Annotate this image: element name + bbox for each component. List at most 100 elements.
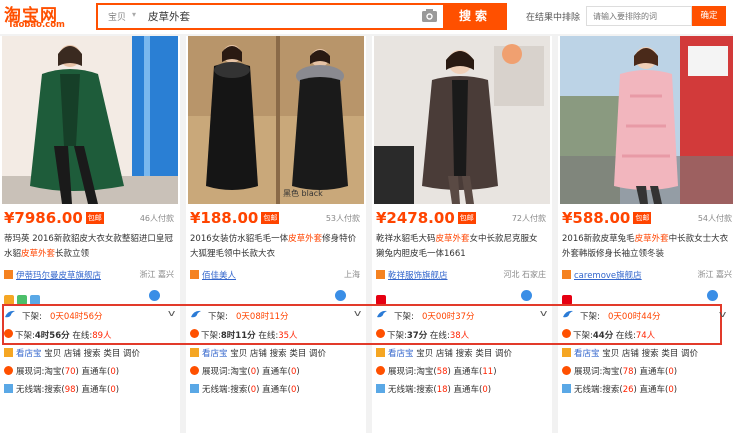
shop-link[interactable]: 佰佳美人 [202,271,236,281]
guarantee-icon [17,295,27,305]
shelf-label: 下架: [580,312,600,322]
delist-time: 下架:8时11分 在线:35人 [201,331,298,341]
price: ¥7986.00 包邮 [4,209,104,227]
chevron-down-icon[interactable]: v [719,310,726,320]
location: 上海 [344,270,360,279]
search-input[interactable] [148,7,418,26]
paid-count: 54人付款 [697,214,732,223]
mobile-icon [376,384,385,393]
product-card[interactable]: ¥7986.00 包邮 46人付款 蒂玛英 2016新款貂皮大衣女款整貂进口皇冠水… [0,36,180,433]
shop-icon [190,270,199,279]
logo-subtext: Taobao.com [8,20,65,30]
wangwang-chat-icon[interactable] [335,290,346,301]
paid-count: 46人付款 [139,214,174,223]
exposure-keywords-row[interactable]: 展现词:淘宝(58) 直通车(11) [376,365,548,378]
chevron-down-icon[interactable]: ▾ [132,10,136,19]
taobao-logo[interactable]: 淘宝网 Taobao.com [4,2,92,32]
kandianbao-row[interactable]: 看店宝 宝贝 店铺 搜索 类目 调价 [562,347,733,360]
bird-icon [5,310,15,318]
location: 河北 石家庄 [503,270,546,279]
exposure-keywords-row[interactable]: 展现词:淘宝(0) 直通车(0) [190,365,362,378]
exposure-keywords-row[interactable]: 展现词:淘宝(78) 直通车(0) [562,365,733,378]
exposure-icon [376,366,385,375]
clock-icon [4,329,13,338]
shelf-countdown: 0天00时37分 [422,312,475,322]
exclude-input[interactable] [586,6,692,26]
exposure-keywords-row[interactable]: 展现词:淘宝(70) 直通车(0) [4,365,176,378]
service-icon [30,295,40,305]
price: ¥588.00 包邮 [562,209,652,227]
location: 浙江 嘉兴 [139,270,174,279]
tmall-icon [562,295,572,305]
mobile-search-row[interactable]: 无线端:搜索(18) 直通车(0) [376,383,548,396]
product-card[interactable]: ¥2478.00 包邮 72人付款 乾祥水貂毛大码皮草外套女中长款尼克服女獭兔内胆… [372,36,552,433]
shelf-label: 下架: [394,312,414,322]
exclude-confirm-button[interactable]: 确定 [692,6,726,26]
mobile-search-row[interactable]: 无线端:搜索(0) 直通车(0) [190,383,362,396]
wangwang-chat-icon[interactable] [521,290,532,301]
free-shipping-badge: 包邮 [85,212,104,224]
wangwang-chat-icon[interactable] [149,290,160,301]
shop-link[interactable]: 伊蒂玛尔曼皮草旗舰店 [16,271,101,281]
search-button[interactable]: 搜索 [443,3,507,30]
bird-icon [377,310,387,318]
shop-link[interactable]: caremove旗舰店 [574,271,642,281]
mobile-icon [190,384,199,393]
shelf-countdown: 0天04时56分 [50,312,103,322]
shop-icon [4,270,13,279]
price: ¥2478.00 包邮 [376,209,476,227]
gold-seller-icon [4,295,14,305]
location: 浙江 嘉兴 [697,270,732,279]
clock-icon [562,329,571,338]
kandianbao-row[interactable]: 看店宝 宝贝 店铺 搜索 类目 调价 [376,347,548,360]
wangwang-chat-icon[interactable] [707,290,718,301]
product-title[interactable]: 乾祥水貂毛大码皮草外套女中长款尼克服女獭兔内胆皮毛一体1661 [376,232,546,264]
exposure-icon [190,366,199,375]
paid-count: 53人付款 [325,214,360,223]
product-card[interactable]: 黑色 black ¥188.00 包邮 53人付款 2016女装仿水貂毛毛一体皮草… [186,36,366,433]
kandianbao-row[interactable]: 看店宝 宝贝 店铺 搜索 类目 调价 [4,347,176,360]
kandianbao-icon [190,348,199,357]
shelf-countdown: 0天00时44分 [608,312,661,322]
kandianbao-icon [562,348,571,357]
kandianbao-row[interactable]: 看店宝 宝贝 店铺 搜索 类目 调价 [190,347,362,360]
free-shipping-badge: 包邮 [261,212,280,224]
mobile-icon [562,384,571,393]
kandianbao-icon [4,348,13,357]
mobile-search-row[interactable]: 无线端:搜索(26) 直通车(0) [562,383,733,396]
chevron-down-icon[interactable]: v [540,309,547,319]
product-image[interactable] [2,36,178,204]
mobile-icon [4,384,13,393]
delist-time: 下架:37分 在线:38人 [387,331,470,341]
exposure-icon [562,366,571,375]
chevron-down-icon[interactable]: v [354,309,361,319]
delist-time: 下架:4时56分 在线:89人 [15,331,112,341]
shop-icon [562,270,571,279]
shelf-label: 下架: [22,312,42,322]
product-image[interactable]: 黑色 black [188,36,364,204]
product-title[interactable]: 2016新款皮草兔毛皮草外套中长款女士大衣外套韩版修身长袖立领冬装 [562,232,732,264]
search-header: 淘宝网 Taobao.com 宝贝 ▾ 搜索 在结果中排除 确定 [0,0,733,34]
shelf-countdown: 0天08时11分 [236,312,289,322]
product-image[interactable] [560,36,733,204]
price: ¥188.00 包邮 [190,209,280,227]
chevron-down-icon[interactable]: v [168,309,175,319]
svg-text:黑色 black: 黑色 black [283,188,323,198]
clock-icon [190,329,199,338]
camera-icon[interactable] [421,8,438,23]
bird-icon [563,310,573,318]
search-category-select[interactable]: 宝贝 [108,10,126,23]
product-title[interactable]: 2016女装仿水貂毛毛一体皮草外套修身特价大狐狸毛领中长款大衣 [190,232,360,264]
clock-icon [376,329,385,338]
kandianbao-icon [376,348,385,357]
product-title[interactable]: 蒂玛英 2016新款貂皮大衣女款整貂进口皇冠水貂皮草外套长款立领 [4,232,174,264]
search-box: 宝贝 ▾ 搜索 [96,3,507,30]
shop-link[interactable]: 乾祥服饰旗舰店 [388,271,448,281]
bird-icon [191,310,201,318]
free-shipping-badge: 包邮 [633,212,652,224]
delist-time: 下架:44分 在线:74人 [573,331,656,341]
product-image[interactable] [374,36,550,204]
product-card[interactable]: ¥588.00 包邮 54人付款 2016新款皮草兔毛皮草外套中长款女士大衣外套韩… [558,36,733,433]
mobile-search-row[interactable]: 无线端:搜索(98) 直通车(0) [4,383,176,396]
tmall-icon [376,295,386,305]
